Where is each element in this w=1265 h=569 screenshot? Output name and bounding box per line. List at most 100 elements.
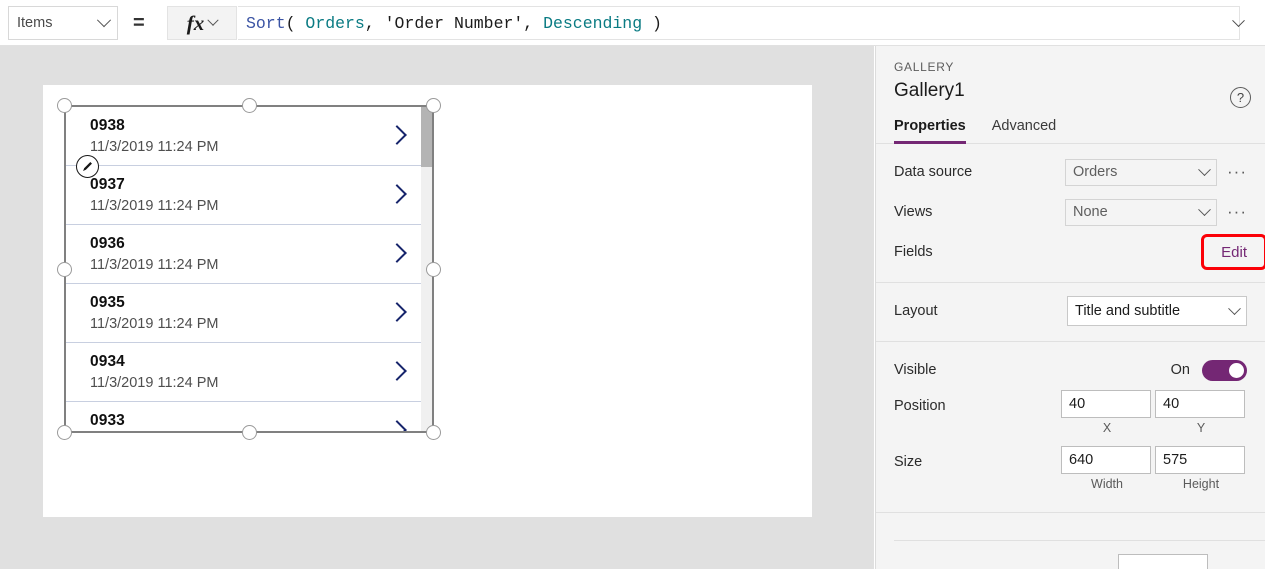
row-views: Views None ··· [876, 192, 1265, 232]
gallery-item-title: 0937 [90, 176, 125, 193]
chevron-right-icon[interactable] [389, 121, 406, 148]
gallery-control[interactable]: 0938 11/3/2019 11:24 PM 0937 11/3/2019 1… [66, 107, 432, 431]
gallery-item-subtitle: 11/3/2019 11:24 PM [90, 139, 219, 155]
size-width-cell: 640 Width [1061, 446, 1153, 491]
views-more-button[interactable]: ··· [1227, 203, 1247, 220]
formula-token-datasource: Orders [305, 13, 365, 33]
row-label-fields: Fields [894, 244, 933, 260]
list-item[interactable]: 0934 11/3/2019 11:24 PM [66, 343, 432, 402]
position-y-input[interactable]: 40 [1155, 390, 1245, 418]
gallery-item-title: 0938 [90, 117, 125, 134]
equals-sign: = [133, 12, 145, 34]
fields-edit-link[interactable]: Edit [1221, 244, 1247, 261]
gallery-item-title: 0935 [90, 294, 125, 311]
chevron-right-icon[interactable] [389, 416, 406, 431]
resize-handle-bottom-left[interactable] [57, 425, 72, 440]
list-item[interactable]: 0938 11/3/2019 11:24 PM [66, 107, 432, 166]
gallery-item-title: 0933 [90, 412, 125, 429]
panel-kicker: GALLERY [894, 60, 955, 74]
row-label-views: Views [894, 204, 933, 220]
formula-token-close-paren: ) [642, 13, 662, 33]
row-layout: Layout Title and subtitle [876, 291, 1265, 331]
gallery-item-title: 0936 [90, 235, 125, 252]
position-x-caption: X [1102, 421, 1112, 435]
position-x-input[interactable]: 40 [1061, 390, 1151, 418]
size-height-input[interactable]: 575 [1155, 446, 1245, 474]
position-y-cell: 40 Y [1155, 390, 1247, 435]
row-label-layout: Layout [894, 303, 938, 319]
formula-token-open-paren: ( [285, 13, 306, 33]
resize-handle-bottom-right[interactable] [426, 425, 441, 440]
row-label-size: Size [894, 454, 923, 470]
data-source-value: Orders [1073, 164, 1118, 180]
resize-handle-middle-right[interactable] [426, 262, 441, 277]
views-dropdown[interactable]: None [1065, 198, 1218, 226]
resize-handle-top-right[interactable] [426, 98, 441, 113]
chevron-right-icon[interactable] [389, 239, 406, 266]
resize-handle-top-left[interactable] [57, 98, 72, 113]
resize-handle-bottom-middle[interactable] [242, 425, 257, 440]
formula-token-enum: Descending [543, 13, 643, 33]
tab-properties[interactable]: Properties [894, 118, 966, 144]
list-item[interactable]: 0936 11/3/2019 11:24 PM [66, 225, 432, 284]
row-visible: Visible On [876, 350, 1265, 390]
fx-button[interactable]: fx [167, 6, 237, 40]
chevron-down-icon [1231, 13, 1245, 27]
pencil-edit-icon[interactable] [76, 155, 99, 178]
formula-expand-button[interactable] [1215, 6, 1261, 40]
row-data-source: Data source Orders ··· [876, 152, 1265, 192]
views-value: None [1073, 204, 1108, 220]
resize-handle-middle-left[interactable] [57, 262, 72, 277]
size-height-caption: Height [1182, 477, 1220, 491]
property-select-value: Items [17, 15, 53, 31]
row-size: Size 640 Width 575 Height [876, 446, 1265, 502]
chevron-right-icon[interactable] [389, 298, 406, 325]
chevron-down-icon [1228, 301, 1241, 315]
position-x-cell: 40 X [1061, 390, 1153, 435]
powerapps-studio: Items = fx Sort( Orders, 'Order Number',… [0, 0, 1265, 569]
list-item[interactable]: 0935 11/3/2019 11:24 PM [66, 284, 432, 343]
data-source-dropdown[interactable]: Orders [1065, 158, 1218, 186]
next-property-input[interactable] [1118, 554, 1208, 569]
gallery-item-title: 0934 [90, 353, 125, 370]
chevron-down-icon [1198, 202, 1211, 216]
chevron-down-icon [207, 14, 219, 26]
visible-toggle[interactable] [1202, 359, 1247, 381]
chevron-right-icon[interactable] [389, 357, 406, 384]
gallery-items-list: 0938 11/3/2019 11:24 PM 0937 11/3/2019 1… [66, 107, 432, 431]
panel-section-layout: Layout Title and subtitle [876, 283, 1265, 342]
panel-section-next [894, 540, 1265, 569]
canvas-area[interactable]: 0938 11/3/2019 11:24 PM 0937 11/3/2019 1… [0, 46, 874, 569]
visible-toggle-knob [1229, 362, 1244, 378]
gallery-item-subtitle: 11/3/2019 11:24 PM [90, 198, 219, 214]
size-width-caption: Width [1091, 477, 1123, 491]
row-fields: Fields Edit [876, 232, 1265, 272]
layout-dropdown[interactable]: Title and subtitle [1067, 296, 1247, 326]
page-title: Gallery1 [894, 80, 965, 101]
chevron-down-icon [96, 13, 112, 28]
panel-section-data: Data source Orders ··· Views None ··· Fi… [876, 144, 1265, 283]
row-position: Position 40 X 40 Y [876, 390, 1265, 446]
panel-section-appearance: Visible On Position 40 X 40 Y Size 640 W… [876, 342, 1265, 513]
help-icon[interactable]: ? [1230, 87, 1251, 108]
tab-advanced[interactable]: Advanced [992, 118, 1057, 143]
panel-header: GALLERY Gallery1 ? [876, 46, 1265, 108]
chevron-right-icon[interactable] [389, 180, 406, 207]
app-screen-canvas[interactable]: 0938 11/3/2019 11:24 PM 0937 11/3/2019 1… [43, 85, 812, 517]
size-height-cell: 575 Height [1155, 446, 1247, 491]
visible-toggle-state: On [1170, 362, 1190, 378]
row-label-position: Position [894, 398, 946, 414]
fx-icon: fx [186, 10, 205, 35]
data-source-more-button[interactable]: ··· [1227, 163, 1247, 180]
formula-input[interactable]: Sort( Orders, 'Order Number', Descending… [238, 6, 1240, 40]
chevron-down-icon [1198, 162, 1211, 176]
formula-token-function: Sort [246, 13, 286, 33]
panel-tabs: Properties Advanced [876, 118, 1265, 144]
resize-handle-top-middle[interactable] [242, 98, 257, 113]
row-label-data-source: Data source [894, 164, 973, 180]
size-width-input[interactable]: 640 [1061, 446, 1151, 474]
gallery-scrollbar-thumb[interactable] [421, 107, 432, 167]
property-select[interactable]: Items [8, 6, 118, 40]
list-item[interactable]: 0937 11/3/2019 11:24 PM [66, 166, 432, 225]
visible-toggle-wrap: On [1170, 359, 1247, 381]
